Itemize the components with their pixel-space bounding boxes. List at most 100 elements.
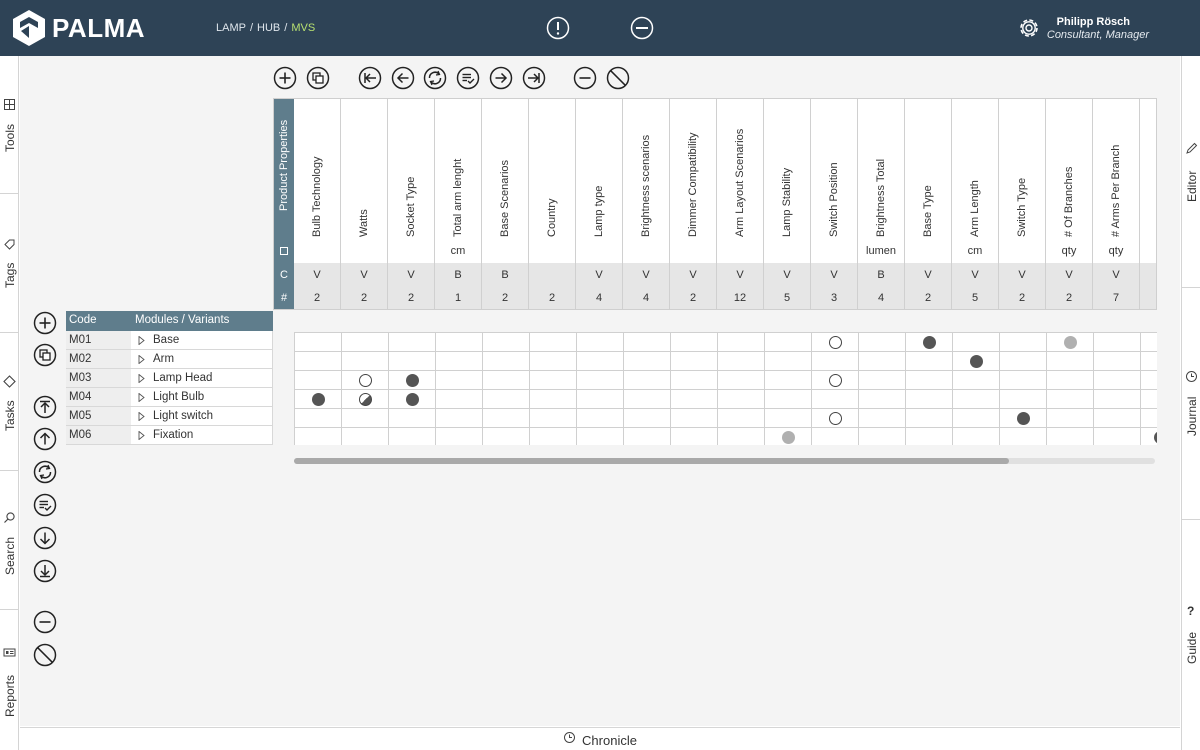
matrix-cell[interactable]: [624, 352, 671, 371]
matrix-cell[interactable]: [718, 333, 765, 352]
matrix-cell[interactable]: [295, 333, 342, 352]
matrix-cell[interactable]: [436, 409, 483, 428]
matrix-cell[interactable]: [953, 371, 1000, 390]
matrix-cell[interactable]: [1094, 428, 1141, 445]
add-button[interactable]: [273, 66, 297, 90]
matrix-cell[interactable]: [624, 390, 671, 409]
breadcrumb-item-mvs[interactable]: MVS: [291, 22, 315, 34]
assignment-marker-filled[interactable]: [312, 393, 325, 406]
matrix-cell[interactable]: [718, 371, 765, 390]
matrix-cell[interactable]: [1047, 352, 1094, 371]
disable-row-button[interactable]: [33, 643, 57, 667]
matrix-cell[interactable]: [577, 428, 624, 445]
matrix-cell[interactable]: [906, 390, 953, 409]
assignment-marker-filled[interactable]: [406, 393, 419, 406]
property-column[interactable]: Lamp Stability V 5: [764, 99, 811, 309]
matrix-cell[interactable]: [1000, 352, 1047, 371]
module-row[interactable]: M06 Fixation: [66, 426, 273, 445]
property-column[interactable]: Total arm lenght cm B 1: [435, 99, 482, 309]
matrix-cell[interactable]: [765, 333, 812, 352]
module-row[interactable]: M03 Lamp Head: [66, 369, 273, 388]
scrollbar-thumb[interactable]: [294, 458, 1009, 464]
module-row[interactable]: M04 Light Bulb: [66, 388, 273, 407]
remove-button[interactable]: [573, 66, 597, 90]
duplicate-button[interactable]: [306, 66, 330, 90]
sidebar-item-reports[interactable]: Reports: [0, 610, 19, 750]
matrix-cell[interactable]: [1094, 390, 1141, 409]
assignment-marker-light[interactable]: [782, 431, 795, 444]
move-up-button[interactable]: [33, 427, 57, 451]
property-column[interactable]: Base Type V 2: [905, 99, 952, 309]
matrix-cell[interactable]: [812, 352, 859, 371]
expand-triangle-icon[interactable]: [138, 431, 145, 440]
matrix-cell[interactable]: [1094, 333, 1141, 352]
sidebar-item-tools[interactable]: Tools: [0, 56, 19, 194]
matrix-cell[interactable]: [389, 352, 436, 371]
expand-triangle-icon[interactable]: [138, 374, 145, 383]
matrix-cell[interactable]: [953, 333, 1000, 352]
matrix-cell[interactable]: [859, 333, 906, 352]
expand-triangle-icon[interactable]: [138, 412, 145, 421]
matrix-cell[interactable]: [436, 390, 483, 409]
matrix-cell[interactable]: [671, 390, 718, 409]
user-name[interactable]: Philipp Rösch: [1057, 16, 1130, 28]
matrix-cell[interactable]: [530, 390, 577, 409]
matrix-cell[interactable]: [671, 352, 718, 371]
matrix-cell[interactable]: [1141, 371, 1157, 390]
matrix-cell[interactable]: [718, 352, 765, 371]
matrix-cell[interactable]: [859, 371, 906, 390]
chronicle-bar[interactable]: Chronicle: [20, 727, 1180, 750]
matrix-cell[interactable]: [1141, 352, 1157, 371]
matrix-cell[interactable]: [1141, 333, 1157, 352]
gear-icon[interactable]: [1016, 15, 1042, 41]
move-down-button[interactable]: [33, 526, 57, 550]
property-column[interactable]: Switch Type V 2: [999, 99, 1046, 309]
sync-row-button[interactable]: [33, 460, 57, 484]
duplicate-row-button[interactable]: [33, 343, 57, 367]
sidebar-item-journal[interactable]: Journal: [1182, 288, 1200, 520]
assignment-marker-filled[interactable]: [1017, 412, 1030, 425]
code-column-header[interactable]: Code: [69, 314, 97, 326]
property-column[interactable]: Brightness Total lumen B 4: [858, 99, 905, 309]
matrix-cell[interactable]: [1000, 333, 1047, 352]
minus-circle-icon[interactable]: [630, 16, 654, 40]
breadcrumb-item-lamp[interactable]: LAMP: [216, 22, 246, 34]
matrix-cell[interactable]: [765, 409, 812, 428]
matrix-cell[interactable]: [1000, 390, 1047, 409]
property-column[interactable]: # Arms Per Branch qty V 7: [1093, 99, 1140, 309]
brand-name[interactable]: PALMA: [52, 13, 145, 44]
matrix-cell[interactable]: [1047, 409, 1094, 428]
sync-button[interactable]: [423, 66, 447, 90]
sidebar-item-tasks[interactable]: Tasks: [0, 333, 19, 471]
matrix-cell[interactable]: [953, 428, 1000, 445]
module-row[interactable]: M02 Arm: [66, 350, 273, 369]
matrix-cell[interactable]: [436, 371, 483, 390]
matrix-cell[interactable]: [483, 333, 530, 352]
disable-button[interactable]: [606, 66, 630, 90]
matrix-cell[interactable]: [483, 409, 530, 428]
matrix-cell[interactable]: [577, 333, 624, 352]
property-column[interactable]: Bulb Technology V 2: [294, 99, 341, 309]
checklist-row-button[interactable]: [33, 493, 57, 517]
matrix-cell[interactable]: [483, 371, 530, 390]
matrix-cell[interactable]: [577, 352, 624, 371]
matrix-cell[interactable]: [530, 371, 577, 390]
matrix-cell[interactable]: [1047, 428, 1094, 445]
matrix-cell[interactable]: [1000, 428, 1047, 445]
matrix-cell[interactable]: [765, 371, 812, 390]
assignment-marker-empty[interactable]: [829, 374, 842, 387]
palma-logo-icon[interactable]: [10, 9, 48, 47]
matrix-cell[interactable]: [906, 428, 953, 445]
property-column[interactable]: Socket Type V 2: [388, 99, 435, 309]
matrix-cell[interactable]: [389, 428, 436, 445]
matrix-cell[interactable]: [342, 333, 389, 352]
property-column[interactable]: Lamp type V 4: [576, 99, 623, 309]
checkbox-icon[interactable]: [280, 247, 288, 255]
matrix-cell[interactable]: [953, 409, 1000, 428]
matrix-cell[interactable]: [718, 409, 765, 428]
matrix-cell[interactable]: [624, 371, 671, 390]
matrix-cell[interactable]: [295, 409, 342, 428]
matrix-cell[interactable]: [530, 333, 577, 352]
matrix-cell[interactable]: [718, 428, 765, 445]
assignment-marker-empty[interactable]: [829, 412, 842, 425]
